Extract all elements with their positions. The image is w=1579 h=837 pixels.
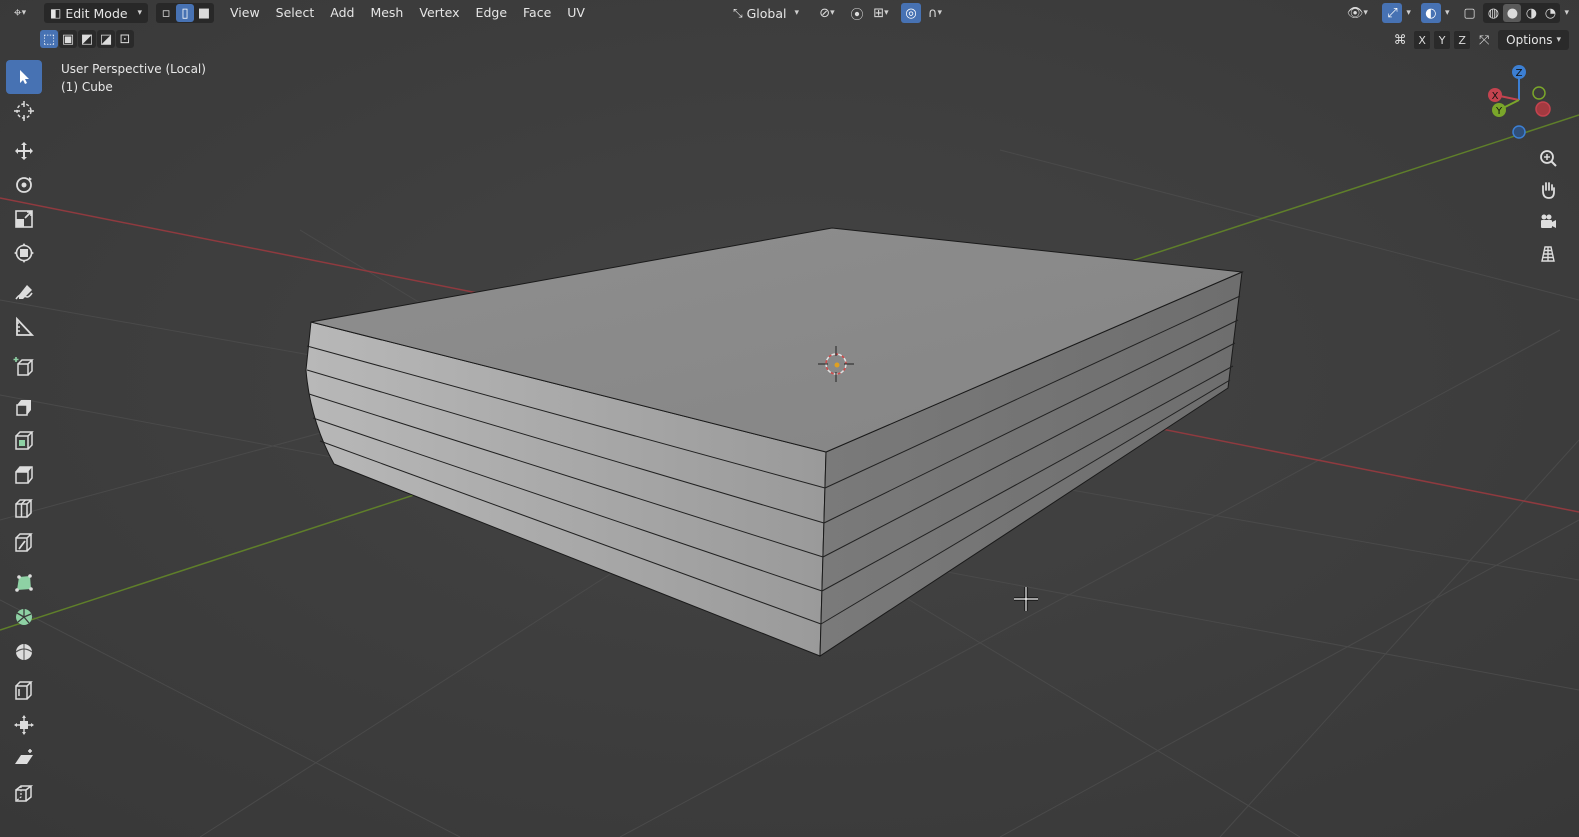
chevron-down-icon: ▾ [1556, 35, 1561, 45]
menu-add[interactable]: Add [322, 2, 362, 24]
pivot-point-icon[interactable]: ⊘ ▾ [813, 3, 841, 23]
select-mode-group: ▫ ▯ ■ [156, 3, 214, 23]
chevron-down-icon: ▾ [21, 8, 27, 18]
navigation-tools [1535, 145, 1561, 267]
shrink-fatten-icon[interactable] [6, 708, 42, 742]
menu-select[interactable]: Select [268, 2, 323, 24]
gizmo-neg-y[interactable] [1532, 86, 1546, 100]
mode-dropdown[interactable]: ◧ Edit Mode ▾ [44, 3, 148, 23]
topology-mirror-icon[interactable]: ⤧ [1474, 30, 1494, 50]
select-new-icon[interactable]: ⬚ [40, 30, 58, 48]
rotate-icon[interactable] [6, 168, 42, 202]
gizmo-x-label: X [1492, 91, 1499, 102]
add-cube-icon[interactable] [6, 350, 42, 384]
annotate-icon[interactable] [6, 276, 42, 310]
mirror-y-button[interactable]: Y [1434, 31, 1451, 49]
spin-icon[interactable] [6, 600, 42, 634]
blender-window: ⌖ ▾ ◧ Edit Mode ▾ ▫ ▯ ■ View Select Add M… [0, 0, 1579, 837]
solid-shading-icon[interactable]: ● [1503, 4, 1522, 22]
options-dropdown[interactable]: Options ▾ [1498, 30, 1569, 50]
mirror-z-button[interactable]: Z [1454, 31, 1471, 49]
proportional-editing-icon[interactable]: ◎ [900, 3, 921, 23]
navigation-gizmo[interactable]: Z X Y [1477, 60, 1557, 142]
select-subtract-icon[interactable]: ◩ [78, 30, 96, 48]
vertex-select-icon[interactable]: ▫ [157, 4, 175, 22]
shear-icon[interactable] [6, 742, 42, 776]
menu-uv[interactable]: UV [559, 2, 593, 24]
xray-icon[interactable]: ▢ [1459, 3, 1479, 23]
selection-mode-toolbar: ⬚ ▣ ◩ ◪ ⊡ [40, 30, 134, 50]
measure-icon[interactable] [6, 310, 42, 344]
header-right-tools: 👁 ▾ ⤢ ▾ ◐ ▾ ▢ ◍ ● ◑ ◔ ▾ [1342, 3, 1579, 23]
cursor-icon[interactable] [6, 94, 42, 128]
view-name: User Perspective (Local) [61, 62, 206, 76]
camera-view-icon[interactable] [1535, 209, 1561, 235]
extrude-region-icon[interactable] [6, 390, 42, 424]
menu-face[interactable]: Face [515, 2, 559, 24]
select-box-icon[interactable] [6, 60, 42, 94]
face-select-icon[interactable]: ■ [195, 4, 213, 22]
edge-slide-icon[interactable] [6, 674, 42, 708]
gizmo-z-label: Z [1516, 68, 1523, 79]
smooth-icon[interactable] [6, 634, 42, 668]
snap-icon[interactable]: ⦿ [847, 3, 867, 23]
orientation-label: Global [746, 5, 787, 21]
transform-icon[interactable] [6, 236, 42, 270]
header-menus: View Select Add Mesh Vertex Edge Face UV [222, 2, 593, 24]
knife-icon[interactable] [6, 526, 42, 560]
menu-view[interactable]: View [222, 2, 268, 24]
material-shading-icon[interactable]: ◑ [1522, 4, 1540, 22]
mode-label: Edit Mode [65, 5, 128, 21]
mouse-crosshair-icon [1014, 587, 1038, 611]
gizmo-neg-x[interactable] [1535, 101, 1551, 117]
menu-vertex[interactable]: Vertex [411, 2, 467, 24]
shading-group: ◍ ● ◑ ◔ [1483, 3, 1561, 23]
chevron-down-icon[interactable]: ▾ [1564, 8, 1569, 18]
chevron-down-icon: ▾ [137, 8, 142, 18]
gizmo-y-label: Y [1495, 106, 1503, 117]
rip-region-icon[interactable] [6, 776, 42, 810]
chevron-down-icon[interactable]: ▾ [1406, 8, 1411, 18]
chevron-down-icon: ▾ [794, 8, 799, 18]
visibility-icon[interactable]: 👁 ▾ [1342, 3, 1372, 23]
editor-type-icon: ⌖ [13, 5, 22, 21]
falloff-icon[interactable]: ∩ ▾ [921, 3, 949, 23]
wireframe-shading-icon[interactable]: ◍ [1484, 4, 1502, 22]
transform-orientation-dropdown[interactable]: ⤡ Global ▾ [727, 3, 805, 23]
rendered-shading-icon[interactable]: ◔ [1541, 4, 1559, 22]
options-label: Options [1506, 33, 1553, 47]
edge-select-icon[interactable]: ▯ [176, 4, 194, 22]
perspective-grid-icon[interactable] [1535, 241, 1561, 267]
object-name: (1) Cube [61, 80, 113, 94]
gizmo-neg-z[interactable] [1512, 125, 1526, 139]
loop-cut-icon[interactable] [6, 492, 42, 526]
chevron-down-icon[interactable]: ▾ [1445, 8, 1450, 18]
scale-icon[interactable] [6, 202, 42, 236]
poly-build-icon[interactable] [6, 566, 42, 600]
bevel-icon[interactable] [6, 458, 42, 492]
gizmo-icon[interactable]: ⤢ [1382, 3, 1403, 23]
mirror-icon[interactable]: ⌘ [1390, 30, 1410, 50]
tool-shelf [6, 60, 43, 810]
3d-viewport[interactable] [0, 0, 1579, 837]
select-intersect-icon[interactable]: ⊡ [116, 30, 134, 48]
editor-type-button[interactable]: ⌖ ▾ [0, 2, 40, 24]
viewport-header: ⌖ ▾ ◧ Edit Mode ▾ ▫ ▯ ■ View Select Add M… [0, 0, 1579, 26]
edit-mode-icon: ◧ [50, 6, 62, 20]
overlays-icon[interactable]: ◐ [1420, 3, 1441, 23]
orientation-icon: ⤡ [732, 5, 743, 20]
viewport-info: User Perspective (Local) (1) Cube [61, 60, 206, 96]
snap-target-icon[interactable]: ⊞ ▾ [867, 3, 895, 23]
menu-edge[interactable]: Edge [468, 2, 515, 24]
pan-hand-icon[interactable] [1535, 177, 1561, 203]
select-extend-icon[interactable]: ▣ [59, 30, 77, 48]
options-bar: ⌘ X Y Z ⤧ Options ▾ [1390, 30, 1569, 50]
menu-mesh[interactable]: Mesh [362, 2, 411, 24]
select-invert-icon[interactable]: ◪ [97, 30, 115, 48]
inset-faces-icon[interactable] [6, 424, 42, 458]
move-icon[interactable] [6, 134, 42, 168]
zoom-icon[interactable] [1535, 145, 1561, 171]
mirror-x-button[interactable]: X [1414, 31, 1431, 49]
